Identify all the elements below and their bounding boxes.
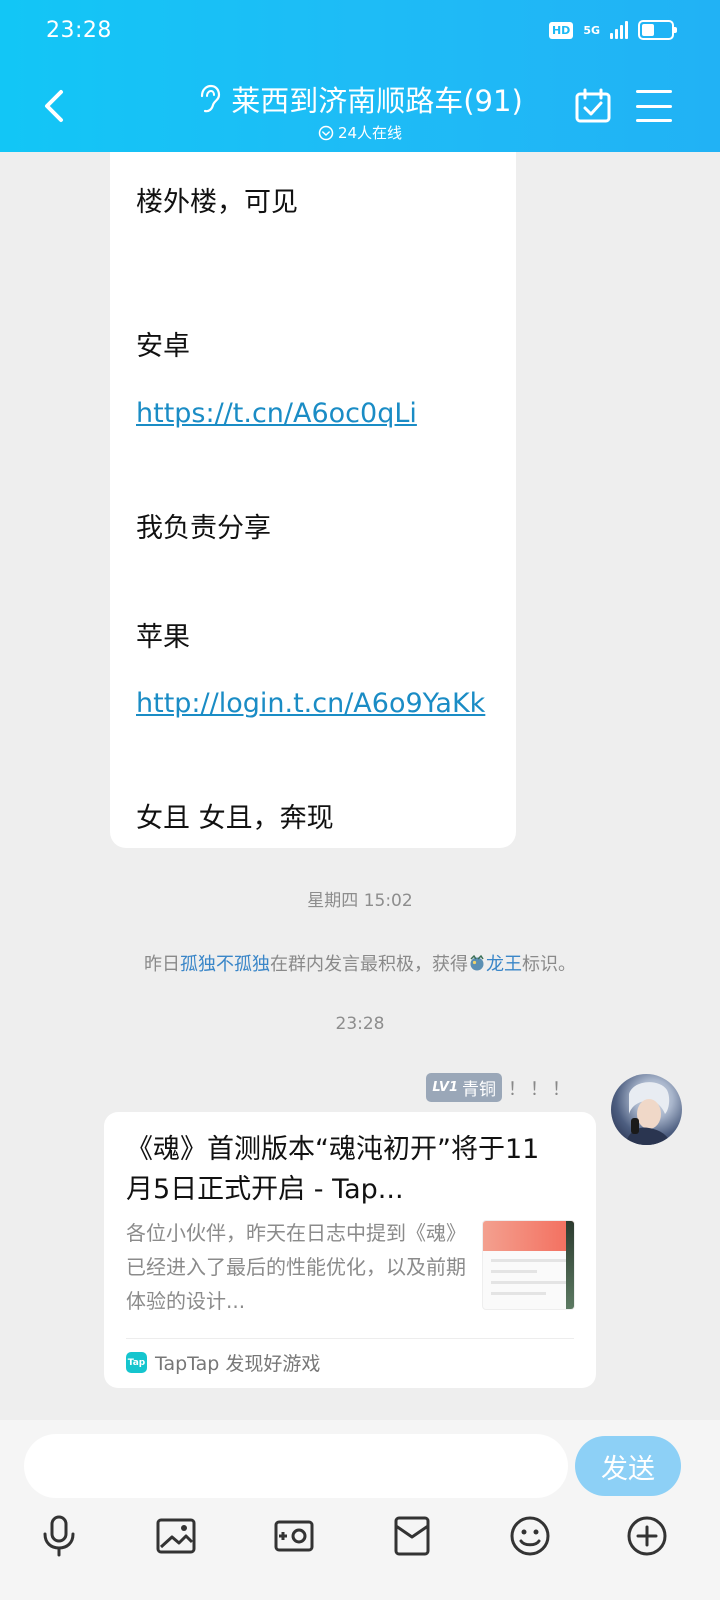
card-thumbnail xyxy=(482,1220,575,1310)
plus-icon xyxy=(627,1516,667,1556)
image-icon xyxy=(156,1518,196,1554)
input-toolbar xyxy=(0,1508,720,1564)
card-divider xyxy=(126,1338,574,1339)
status-time: 23:28 xyxy=(46,18,112,43)
level-label: LV1 xyxy=(432,1080,458,1095)
notice-user-link[interactable]: 孤独不孤独 xyxy=(180,954,270,975)
notice-text: 在群内发言最积极，获得 xyxy=(270,954,468,975)
image-button[interactable] xyxy=(154,1514,198,1558)
share-card[interactable]: 《魂》首测版本“魂沌初开”将于11月5日正式开启 - Tap... 各位小伙伴，… xyxy=(104,1112,596,1388)
message-link[interactable]: http://login.t.cn/A6o9YaKk xyxy=(136,688,485,719)
ear-icon xyxy=(201,84,221,113)
online-status-icon xyxy=(318,125,334,140)
card-title: 《魂》首测版本“魂沌初开”将于11月5日正式开启 - Tap... xyxy=(126,1134,540,1205)
chat-title: 莱西到济南顺路车(91) xyxy=(231,84,523,118)
avatar[interactable] xyxy=(611,1074,682,1145)
camera-icon xyxy=(274,1520,314,1552)
message-text: 我负责分享 xyxy=(136,513,271,544)
notice-title-link[interactable]: 龙王 xyxy=(486,954,522,975)
dragon-king-icon xyxy=(470,954,484,971)
camera-button[interactable] xyxy=(272,1514,316,1558)
chat-header: 23:28 HD 5G 莱西到济南顺路车(91) 24人在线 xyxy=(0,0,720,152)
timestamp: 23:28 xyxy=(335,1014,385,1034)
battery-icon xyxy=(638,20,677,40)
status-icons: HD 5G xyxy=(548,20,677,40)
menu-icon xyxy=(636,90,672,93)
hd-icon: HD xyxy=(548,21,574,39)
input-area: 发送 xyxy=(0,1420,720,1600)
send-button[interactable]: 发送 xyxy=(575,1436,681,1496)
card-source: Tap TapTap 发现好游戏 xyxy=(126,1349,320,1376)
message-text: 苹果 xyxy=(136,622,190,653)
emoji-icon xyxy=(510,1516,550,1556)
card-source-label: TapTap 发现好游戏 xyxy=(155,1353,321,1375)
taptap-icon: Tap xyxy=(126,1352,147,1373)
red-packet-button[interactable] xyxy=(390,1514,434,1558)
voice-button[interactable] xyxy=(37,1514,81,1558)
network-label: 5G xyxy=(583,23,600,37)
message-text: 女且 女且，奔现 xyxy=(136,803,334,834)
rank-label: 青铜 xyxy=(462,1080,496,1100)
message-bubble[interactable]: 楼外楼，可见 安卓 https://t.cn/A6oc0qLi 我负责分享 苹果… xyxy=(110,152,516,848)
message-input[interactable] xyxy=(24,1434,568,1498)
message-text: 楼外楼，可见 xyxy=(136,187,298,218)
red-packet-icon xyxy=(394,1516,430,1556)
menu-button[interactable] xyxy=(636,90,672,122)
more-button[interactable] xyxy=(625,1514,669,1558)
message-text: 安卓 xyxy=(136,331,190,362)
chat-title-area[interactable]: 莱西到济南顺路车(91) 24人在线 xyxy=(0,78,720,143)
online-count: 24人在线 xyxy=(337,124,403,142)
notice-prefix: 昨日 xyxy=(144,954,180,975)
avatar-image xyxy=(625,1082,671,1145)
signal-icon xyxy=(610,21,628,39)
calendar-check-icon xyxy=(575,88,611,123)
timestamp: 星期四 15:02 xyxy=(307,891,413,911)
message-link[interactable]: https://t.cn/A6oc0qLi xyxy=(136,398,417,429)
card-description: 各位小伙伴，昨天在日志中提到《魂》已经进入了最后的性能优化，以及前期体验的设计.… xyxy=(126,1221,466,1313)
sender-info: LV1 青铜 ！！！ xyxy=(426,1073,574,1102)
sender-name[interactable]: ！！！ xyxy=(508,1075,574,1101)
system-notice: 昨日孤独不孤独在群内发言最积极，获得 龙王标识。 xyxy=(0,950,720,976)
emoji-button[interactable] xyxy=(508,1514,552,1558)
level-badge: LV1 青铜 xyxy=(426,1073,502,1102)
mic-icon xyxy=(43,1515,75,1557)
notice-suffix: 标识。 xyxy=(522,954,576,975)
calendar-button[interactable] xyxy=(574,88,612,124)
